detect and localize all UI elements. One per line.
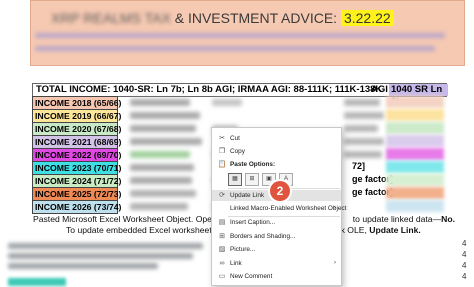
caption-text: k OLE, [340,225,370,235]
total-income-row: TOTAL INCOME: 1040-SR: Ln 7b; Ln 8b AGI;… [32,83,448,107]
blurred-agi-cell [386,122,444,134]
copy-icon: ❐ [218,148,226,155]
blurred-title-prefix: XRP REALMS TAX [51,10,171,26]
income-row-2020: INCOME 2020 (67/68) [32,122,121,136]
blurred-value [130,138,202,145]
blurred-agi-cell [386,187,444,199]
income-row-2023: INCOME 2023 (70/71) [32,161,121,175]
caption-text: to update linked data— [352,214,442,224]
page-number: 4 [462,250,467,259]
page-number: 4 [462,272,467,281]
borders-icon: ⊞ [219,233,225,240]
income-row-2026: INCOME 2026 (73/74) [32,200,121,214]
income-row-2018: INCOME 2018 (65/66) [32,96,121,110]
blurred-agi-cell [386,200,444,212]
step-badge: 2 [270,181,290,201]
total-income-label: TOTAL INCOME: 1040-SR: Ln 7b; Ln 8b AGI;… [36,84,383,95]
blurred-value [130,125,196,132]
menu-label: New Comment [230,273,273,280]
menu-item-borders-shading[interactable]: ⊞ Borders and Shading... [212,231,341,242]
menu-label: Copy [230,148,245,155]
caption-no: No. [441,214,455,224]
caption-text: Pasted Microsoft Excel Worksheet Object.… [33,214,220,224]
menu-item-insert-caption[interactable]: ▤ Insert Caption... [212,217,341,228]
blurred-agi-cell [386,148,444,160]
menu-item-copy[interactable]: ❐ Copy [212,146,341,157]
paste-keep-source-icon[interactable]: ▦ [228,173,242,186]
blurred-value [130,99,190,106]
blurred-value [130,112,200,119]
refresh-icon: ⟳ [219,192,225,199]
blurred-header-line [35,33,445,38]
blurred-agi-cell [386,161,444,173]
income-row-2019: INCOME 2019 (66/67) [32,109,121,123]
blurred-value [130,164,194,171]
menu-label: Update Link [230,192,265,199]
paste-merge-icon[interactable]: ⊞ [245,173,259,186]
income-row-2021: INCOME 2021 (68/69) [32,135,121,149]
menu-label: Cut [230,135,240,142]
caption-text: To update embedded Excel worksheet obj [66,225,226,235]
caption-update-link: Update Link. [369,225,421,235]
menu-item-cut[interactable]: ✂ Cut [212,133,341,144]
link-icon: ∞ [219,260,225,267]
header-banner: XRP REALMS TAX & INVESTMENT ADVICE: 3.22… [30,0,465,66]
income-row-2022: INCOME 2022 (69/70) [32,148,121,162]
blurred-footer-line [8,253,193,259]
blurred-value [344,112,384,119]
blurred-value [344,138,384,145]
blurred-value [344,151,382,158]
income-row-2025: INCOME 2025 (72/73) [32,187,121,201]
blurred-value [212,99,242,106]
blurred-value [344,99,380,106]
header-title: XRP REALMS TAX & INVESTMENT ADVICE: 3.22… [51,10,394,26]
agi-label: AGI [371,84,388,95]
menu-label: Link [230,260,242,267]
picture-icon: ▨ [218,246,226,253]
blurred-footer-line [8,243,203,249]
scissors-icon: ✂ [219,135,225,142]
bracket-text: 72] [352,161,366,171]
blurred-agi-cell [386,135,444,147]
blurred-agi-cell [386,109,444,121]
blurred-value [130,177,192,184]
menu-item-link[interactable]: ∞ Link › [212,258,341,269]
menu-label: Borders and Shading... [230,233,296,240]
blurred-header-line [35,46,435,51]
comment-icon: ▭ [218,273,226,280]
title-text: & INVESTMENT ADVICE: [174,10,338,26]
menu-label: Linked Macro-Enabled Worksheet Object [230,205,347,212]
context-menu[interactable]: ✂ Cut ❐ Copy 📋 Paste Options: ▦ ⊞ ▣ A ⟳ … [211,127,346,286]
blurred-value [130,203,188,210]
menu-label: Paste Options: [230,161,276,168]
chevron-right-icon: › [334,260,336,266]
blurred-agi-cell [386,96,444,108]
sr-label: 1040 SR Ln 8b [389,84,448,107]
page-number: 4 [462,261,467,270]
blurred-agi-cell [386,174,444,186]
blurred-highlight [8,278,66,286]
menu-label: Picture... [230,246,256,253]
blurred-value [130,151,190,158]
clipboard-icon: 📋 [217,161,227,168]
chevron-right-icon: › [334,205,336,211]
menu-item-paste-options: 📋 Paste Options: [212,159,341,170]
menu-label: Insert Caption... [230,219,276,226]
menu-item-picture[interactable]: ▨ Picture... [212,244,341,255]
blurred-value [344,125,378,132]
menu-item-linked-object[interactable]: Linked Macro-Enabled Worksheet Object › [212,203,346,214]
blurred-footer-line [8,263,158,269]
blurred-value [130,190,196,197]
menu-item-new-comment[interactable]: ▭ New Comment [212,271,341,282]
income-row-2024: INCOME 2024 (71/72) [32,174,121,188]
caption-icon: ▤ [218,219,226,226]
page-number: 4 [462,239,467,248]
title-date: 3.22.22 [340,10,394,26]
